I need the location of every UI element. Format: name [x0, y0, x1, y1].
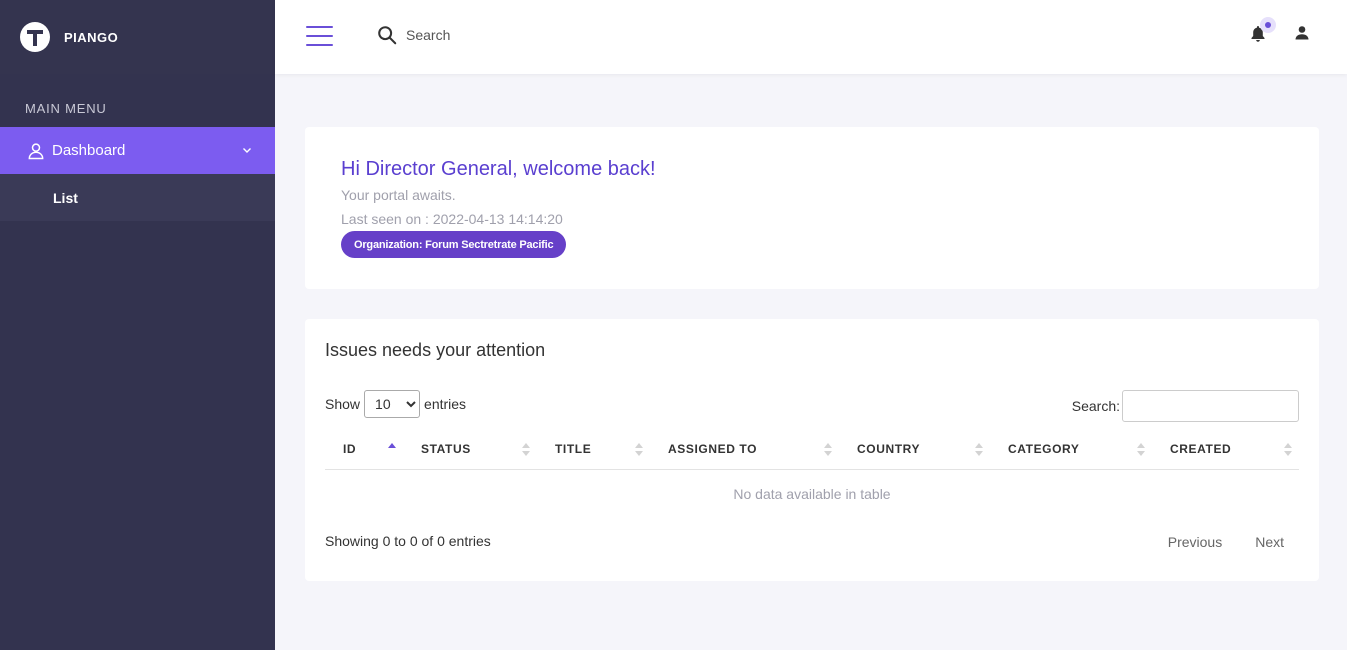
- empty-table-message: No data available in table: [733, 486, 891, 503]
- table-search: Search:: [1072, 390, 1299, 422]
- table-header-row: ID STATUS TITLE ASSIGNED TO COUNTRY CATE…: [325, 430, 1299, 470]
- column-header-id[interactable]: ID: [325, 430, 403, 470]
- menu-toggle-button[interactable]: [306, 26, 333, 46]
- entries-label: entries: [424, 396, 467, 412]
- issues-card: Issues needs your attention Show 10 entr…: [305, 319, 1319, 581]
- column-header-title[interactable]: TITLE: [537, 430, 650, 470]
- sidebar-item-dashboard[interactable]: Dashboard: [0, 127, 275, 174]
- sidebar-subitem-list[interactable]: List: [0, 174, 275, 221]
- notification-badge: [1260, 17, 1276, 33]
- column-header-category[interactable]: CATEGORY: [990, 430, 1152, 470]
- issues-title: Issues needs your attention: [325, 340, 546, 360]
- issues-table: ID STATUS TITLE ASSIGNED TO COUNTRY CATE…: [325, 430, 1299, 519]
- pagination: Previous Next: [1168, 534, 1284, 550]
- entries-length-control: Show 10 entries: [325, 390, 466, 418]
- previous-page-button[interactable]: Previous: [1168, 534, 1222, 550]
- brand[interactable]: PIANGO: [0, 0, 275, 74]
- user-outline-icon: [28, 142, 44, 159]
- sort-icon: [975, 443, 983, 457]
- table-row: No data available in table: [325, 469, 1299, 519]
- column-header-status[interactable]: STATUS: [403, 430, 537, 470]
- global-search-input[interactable]: [406, 22, 606, 48]
- brand-logo: [20, 22, 50, 52]
- sidebar-item-label: Dashboard: [52, 142, 126, 159]
- sort-icon: [635, 443, 643, 457]
- sort-icon: [1284, 443, 1292, 457]
- sort-icon: [522, 443, 530, 457]
- user-icon[interactable]: [1294, 25, 1310, 41]
- chevron-down-icon: [243, 148, 251, 153]
- table-search-input[interactable]: [1122, 390, 1299, 422]
- brand-name: PIANGO: [64, 29, 119, 45]
- welcome-card: Hi Director General, welcome back! Your …: [305, 127, 1319, 289]
- last-seen: Last seen on : 2022-04-13 14:14:20: [341, 211, 563, 227]
- show-label: Show: [325, 396, 361, 412]
- table-info: Showing 0 to 0 of 0 entries: [325, 533, 491, 549]
- topbar: [275, 0, 1347, 74]
- welcome-subtitle: Your portal awaits.: [341, 187, 456, 203]
- sort-icon: [1137, 443, 1145, 457]
- next-page-button[interactable]: Next: [1255, 534, 1284, 550]
- sort-icon: [824, 443, 832, 457]
- sidebar-subitem-label: List: [53, 189, 78, 206]
- welcome-heading: Hi Director General, welcome back!: [341, 158, 656, 180]
- sidebar: PIANGO MAIN MENU Dashboard List: [0, 0, 275, 650]
- search-icon[interactable]: [376, 24, 398, 46]
- column-header-created[interactable]: CREATED: [1152, 430, 1299, 470]
- menu-title: MAIN MENU: [25, 101, 107, 116]
- organization-badge: Organization: Forum Sectretrate Pacific: [341, 231, 567, 258]
- table-search-label: Search:: [1071, 398, 1120, 414]
- sort-ascending-icon: [388, 443, 396, 457]
- page-length-select[interactable]: 10: [364, 390, 421, 418]
- column-header-country[interactable]: COUNTRY: [839, 430, 990, 470]
- column-header-assigned-to[interactable]: ASSIGNED TO: [650, 430, 839, 470]
